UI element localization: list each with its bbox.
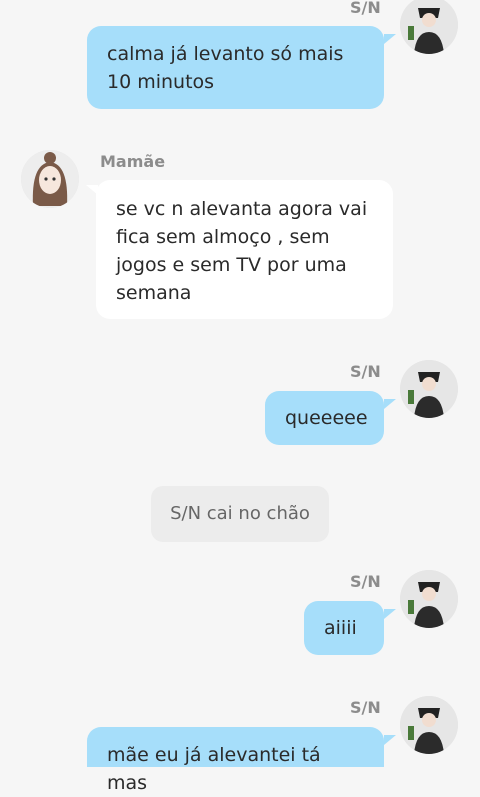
sn-avatar[interactable] <box>400 696 458 754</box>
bubble-tail <box>384 399 396 409</box>
narration-text: S/N cai no chão <box>170 503 310 524</box>
message-bubble[interactable]: aiiii <box>304 601 384 655</box>
sender-name: S/N <box>350 698 381 717</box>
message-bubble[interactable]: se vc n alevanta agora vai fica sem almo… <box>96 180 393 319</box>
message-text: queeeee <box>285 407 368 429</box>
sn-avatar[interactable] <box>400 0 458 54</box>
sender-name: S/N <box>350 572 381 591</box>
sender-name: S/N <box>350 0 381 17</box>
bubble-tail <box>384 609 396 619</box>
sn-avatar[interactable] <box>400 360 458 418</box>
bubble-tail <box>384 34 396 44</box>
sender-name: S/N <box>350 362 381 381</box>
sender-name: Mamãe <box>100 152 166 171</box>
message-text: aiiii <box>324 617 357 639</box>
message-text: calma já levanto só mais 10 minutos <box>107 43 344 93</box>
mamae-avatar[interactable] <box>21 150 79 208</box>
message-bubble[interactable]: calma já levanto só mais 10 minutos <box>87 26 384 109</box>
message-text: mãe eu já alevantei tá mas <box>107 744 321 794</box>
sn-avatar[interactable] <box>400 570 458 628</box>
bubble-tail <box>384 735 396 745</box>
message-bubble[interactable]: queeeee <box>265 391 384 445</box>
narration-box: S/N cai no chão <box>151 486 329 542</box>
message-text: se vc n alevanta agora vai fica sem almo… <box>116 198 368 304</box>
message-bubble[interactable]: mãe eu já alevantei tá mas <box>87 727 384 794</box>
